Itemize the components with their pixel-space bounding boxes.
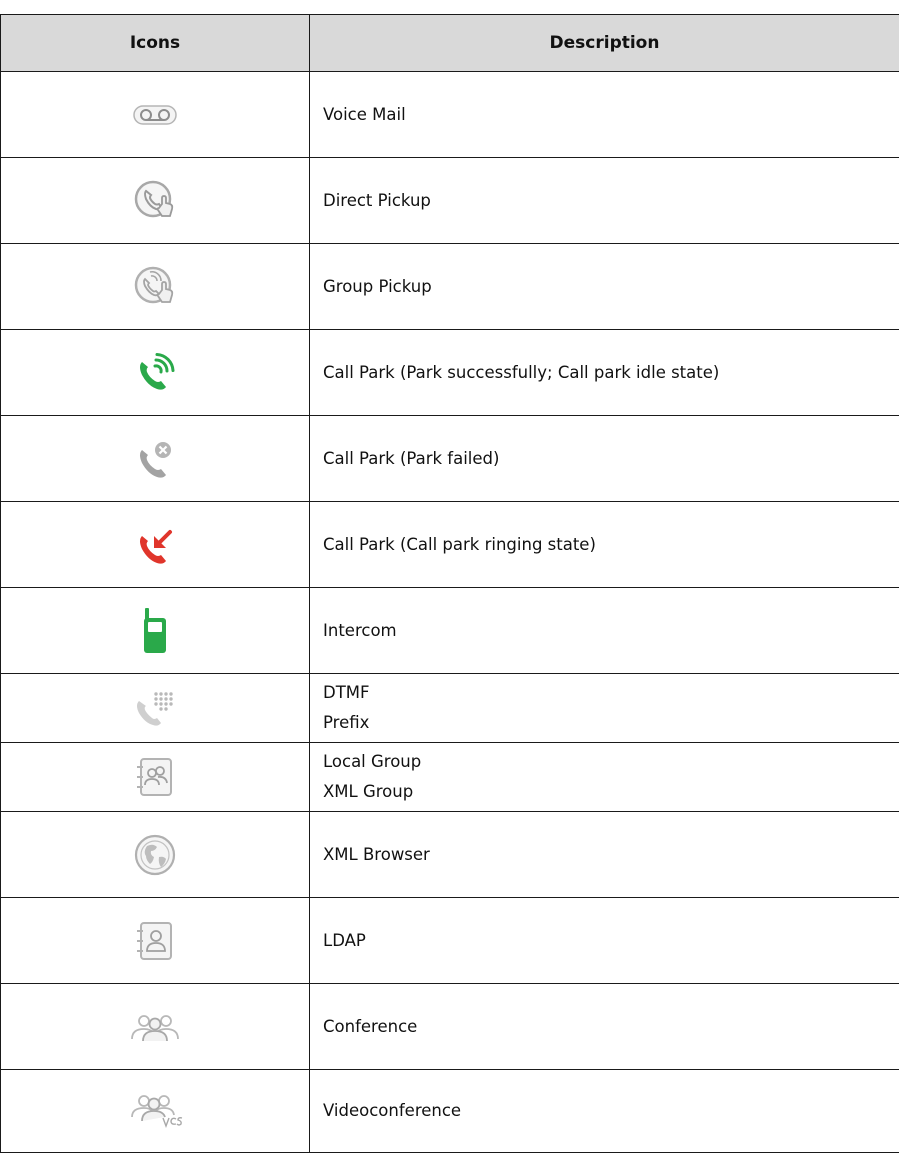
voicemail-icon xyxy=(133,104,177,125)
table-row: Call Park (Call park ringing state) xyxy=(0,501,899,588)
icons-table: Icons Description Voice Mail Direct Pick… xyxy=(0,14,899,1153)
header-description: Description xyxy=(309,14,899,72)
table-row: LDAP xyxy=(0,897,899,984)
row-description: Intercom xyxy=(323,620,397,640)
row-description: Call Park (Park failed) xyxy=(323,448,500,468)
call-park-success-icon xyxy=(140,352,175,390)
videoconference-icon xyxy=(131,1095,183,1128)
table-row: Videoconference xyxy=(0,1069,899,1153)
table-row: Direct Pickup xyxy=(0,157,899,244)
group-pickup-icon xyxy=(134,266,174,303)
row-description: Call Park (Park successfully; Call park … xyxy=(323,362,720,382)
table-row: Group Pickup xyxy=(0,243,899,330)
table-row: XML Browser xyxy=(0,811,899,898)
table-row: Conference xyxy=(0,983,899,1070)
direct-pickup-icon xyxy=(134,180,174,217)
dtmf-icon xyxy=(137,692,173,726)
conference-icon xyxy=(131,1014,179,1041)
contact-book-icon xyxy=(137,921,172,960)
table-header-row: Icons Description xyxy=(0,14,899,72)
row-description: Voice Mail xyxy=(323,104,406,124)
table-row: Local Group XML Group xyxy=(0,742,899,812)
row-description: XML Browser xyxy=(323,844,430,864)
table-row: Intercom xyxy=(0,587,899,674)
call-park-failed-icon xyxy=(140,441,171,478)
globe-icon xyxy=(134,834,176,875)
table-row: Call Park (Park failed) xyxy=(0,415,899,502)
intercom-icon xyxy=(144,607,166,653)
table-row: Call Park (Park successfully; Call park … xyxy=(0,329,899,416)
row-description: Direct Pickup xyxy=(323,190,431,210)
row-description: Group Pickup xyxy=(323,276,432,296)
table-row: DTMF Prefix xyxy=(0,673,899,743)
row-description: Prefix xyxy=(323,713,370,732)
call-park-ringing-icon xyxy=(140,529,172,564)
row-description: Videoconference xyxy=(323,1101,462,1120)
row-description: LDAP xyxy=(323,930,366,950)
row-description: Conference xyxy=(323,1016,418,1036)
header-icons: Icons xyxy=(0,14,310,72)
row-description: XML Group xyxy=(323,782,414,801)
row-description: Local Group xyxy=(323,752,422,771)
row-description: Call Park (Call park ringing state) xyxy=(323,534,596,554)
group-contacts-icon xyxy=(137,758,172,796)
row-description: DTMF xyxy=(323,683,370,702)
table-row: Voice Mail xyxy=(0,71,899,158)
